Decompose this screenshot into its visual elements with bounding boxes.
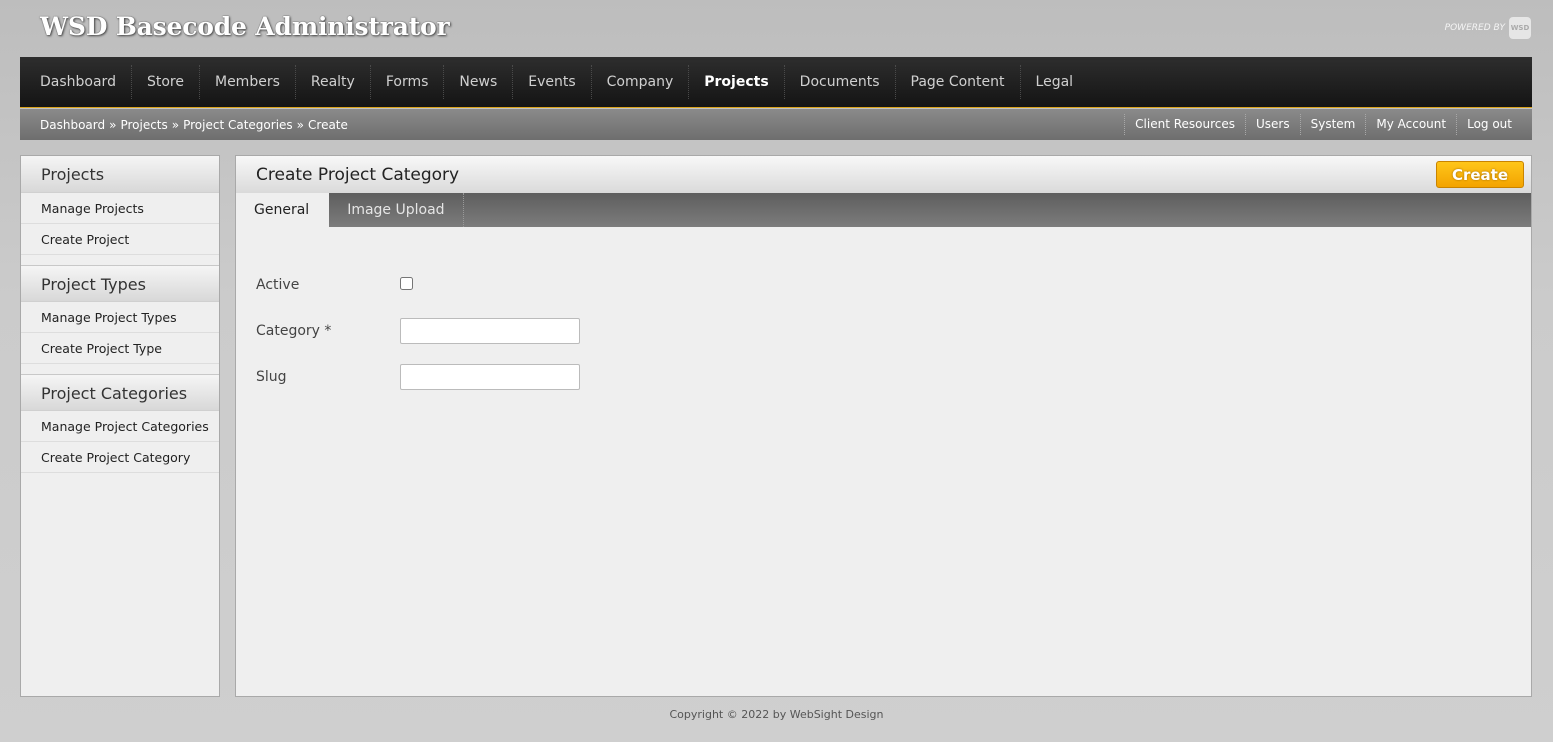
sidebar-heading-project-types: Project Types [21, 265, 219, 302]
sub-bar: Dashboard » Projects » Project Categorie… [20, 109, 1532, 140]
category-label: Category * [256, 323, 332, 339]
nav-item-documents[interactable]: Documents [783, 65, 895, 99]
utility-nav: Client Resources Users System My Account… [1124, 114, 1522, 135]
breadcrumb-projects[interactable]: Projects [120, 118, 167, 132]
sidebar: Projects Manage Projects Create Project … [20, 155, 220, 697]
nav-item-news[interactable]: News [443, 65, 512, 99]
util-system[interactable]: System [1299, 114, 1366, 135]
nav-item-page-content[interactable]: Page Content [894, 65, 1020, 99]
breadcrumb: Dashboard » Projects » Project Categorie… [40, 118, 348, 132]
footer-copyright: Copyright © 2022 by WebSight Design [669, 708, 884, 721]
sidebar-heading-project-categories: Project Categories [21, 374, 219, 411]
breadcrumb-dashboard[interactable]: Dashboard [40, 118, 105, 132]
app-title: WSD Basecode Administrator [40, 12, 450, 41]
breadcrumb-project-categories[interactable]: Project Categories [183, 118, 293, 132]
util-log-out[interactable]: Log out [1456, 114, 1522, 135]
form-row-category: Category * [256, 318, 580, 344]
sidebar-heading-projects: Projects [21, 156, 219, 193]
nav-item-forms[interactable]: Forms [369, 65, 444, 99]
util-client-resources[interactable]: Client Resources [1124, 114, 1245, 135]
breadcrumb-separator: » [296, 117, 305, 132]
form-row-slug: Slug [256, 364, 580, 390]
sidebar-item-create-project-category[interactable]: Create Project Category [21, 442, 219, 473]
nav-item-company[interactable]: Company [590, 65, 689, 99]
create-button[interactable]: Create [1436, 161, 1524, 188]
active-label: Active [256, 277, 300, 293]
wsd-logo-icon: WSD [1509, 17, 1531, 39]
active-checkbox[interactable] [400, 276, 413, 290]
nav-item-dashboard[interactable]: Dashboard [24, 65, 131, 99]
nav-item-projects[interactable]: Projects [688, 65, 783, 99]
nav-item-members[interactable]: Members [198, 65, 295, 99]
form-row-active: Active [256, 272, 580, 298]
breadcrumb-separator: » [109, 117, 117, 132]
slug-label: Slug [256, 369, 287, 385]
page-title: Create Project Category [256, 164, 460, 185]
nav-item-store[interactable]: Store [130, 65, 199, 99]
tab-image-upload[interactable]: Image Upload [329, 193, 464, 227]
tab-bar: General Image Upload [236, 193, 1531, 227]
tab-general[interactable]: General [236, 193, 330, 227]
sidebar-item-create-project[interactable]: Create Project [21, 224, 219, 255]
sidebar-item-manage-projects[interactable]: Manage Projects [21, 193, 219, 224]
sidebar-item-create-project-type[interactable]: Create Project Type [21, 333, 219, 364]
powered-by: POWERED BY WSD [1445, 17, 1531, 39]
main-panel: Create Project Category Create General I… [235, 155, 1532, 697]
breadcrumb-current: Create [308, 117, 348, 132]
util-users[interactable]: Users [1245, 114, 1300, 135]
category-form: Active Category * Slug [256, 272, 580, 410]
panel-header: Create Project Category Create [236, 156, 1531, 193]
powered-by-label: POWERED BY [1444, 23, 1505, 33]
category-input[interactable] [400, 318, 580, 344]
main-nav: Dashboard Store Members Realty Forms New… [20, 57, 1532, 108]
nav-item-realty[interactable]: Realty [294, 65, 370, 99]
sidebar-item-manage-project-types[interactable]: Manage Project Types [21, 302, 219, 333]
util-my-account[interactable]: My Account [1365, 114, 1456, 135]
slug-input[interactable] [400, 364, 580, 390]
nav-item-events[interactable]: Events [512, 65, 590, 99]
sidebar-item-manage-project-categories[interactable]: Manage Project Categories [21, 411, 219, 442]
breadcrumb-separator: » [171, 117, 180, 132]
nav-item-legal[interactable]: Legal [1019, 65, 1089, 99]
